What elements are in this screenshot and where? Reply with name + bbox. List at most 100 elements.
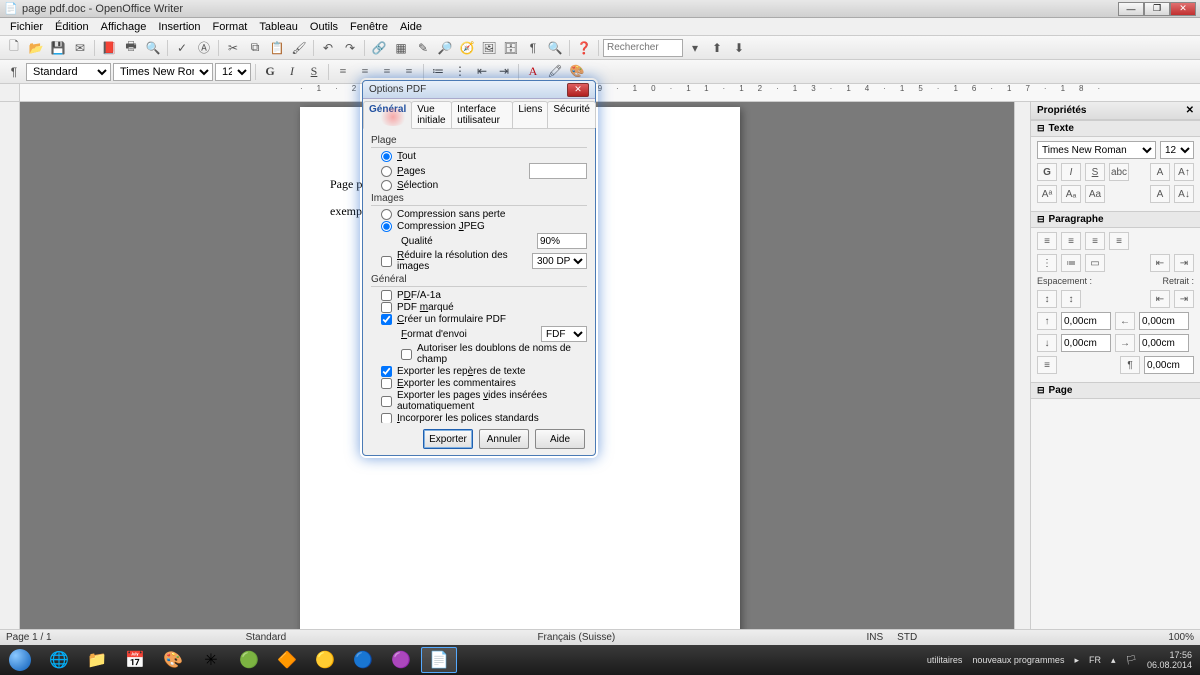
- preview-icon[interactable]: 🔍: [143, 38, 163, 58]
- chk-commentaires[interactable]: [381, 378, 392, 389]
- radio-tout[interactable]: [381, 151, 392, 162]
- firstline-input[interactable]: [1144, 356, 1194, 374]
- new-icon[interactable]: 🗋: [4, 38, 24, 58]
- menu-aide[interactable]: Aide: [394, 19, 428, 35]
- chk-formulaire[interactable]: [381, 314, 392, 325]
- radio-selection[interactable]: [381, 180, 392, 191]
- copy-icon[interactable]: ⧉: [245, 38, 265, 58]
- format-envoi-select[interactable]: FDF: [541, 326, 587, 342]
- lbl-polices[interactable]: Incorporer les polices standards: [397, 413, 539, 423]
- props-align-right-icon[interactable]: ≡: [1085, 232, 1105, 250]
- italic-button[interactable]: I: [282, 63, 302, 81]
- lbl-jpeg[interactable]: Compression JPEG: [397, 221, 485, 232]
- spacing-inc-icon[interactable]: ↕: [1061, 290, 1081, 308]
- task-app4-icon[interactable]: 🔵: [345, 647, 381, 673]
- task-ie-icon[interactable]: 🌐: [41, 647, 77, 673]
- datasource-icon[interactable]: 🗄: [501, 38, 521, 58]
- lbl-pdfa[interactable]: PDF/A-1a: [397, 290, 441, 301]
- maximize-button[interactable]: ❐: [1144, 2, 1170, 16]
- navigator-icon[interactable]: 🧭: [457, 38, 477, 58]
- space-above-input[interactable]: [1061, 312, 1111, 330]
- task-paint-icon[interactable]: 🎨: [155, 647, 191, 673]
- font-size-select[interactable]: 12: [215, 63, 251, 81]
- search-input[interactable]: [603, 39, 683, 57]
- firstline-icon[interactable]: ¶: [1120, 356, 1140, 374]
- styles-icon[interactable]: ¶: [4, 62, 24, 82]
- draw-icon[interactable]: ✎: [413, 38, 433, 58]
- help-button[interactable]: Aide: [535, 429, 585, 449]
- retrait-dec-icon[interactable]: ⇤: [1150, 290, 1170, 308]
- tab-general[interactable]: Général: [363, 101, 412, 129]
- radio-jpeg[interactable]: [381, 221, 392, 232]
- space-below-icon[interactable]: ↓: [1037, 334, 1057, 352]
- bg-color-icon[interactable]: 🎨: [567, 63, 587, 81]
- chk-polices[interactable]: [381, 413, 392, 423]
- align-left-icon[interactable]: ≡: [333, 63, 353, 81]
- task-explorer-icon[interactable]: 📁: [79, 647, 115, 673]
- zoom-icon[interactable]: 🔍: [545, 38, 565, 58]
- nonprint-icon[interactable]: ¶: [523, 38, 543, 58]
- bold-button[interactable]: G: [260, 63, 280, 81]
- help-icon[interactable]: ❓: [574, 38, 594, 58]
- task-app1-icon[interactable]: ✳: [193, 647, 229, 673]
- spacing-dec-icon[interactable]: ↕: [1037, 290, 1057, 308]
- task-app2-icon[interactable]: 🟢: [231, 647, 267, 673]
- status-zoom[interactable]: 100%: [1168, 632, 1194, 643]
- indent-left-icon[interactable]: ←: [1115, 312, 1135, 330]
- system-tray[interactable]: utilitaires nouveaux programmes ▸ FR ▴ 🏳…: [927, 650, 1200, 670]
- task-chrome-icon[interactable]: 🟡: [307, 647, 343, 673]
- indent-right-input[interactable]: [1139, 334, 1189, 352]
- list-num-icon[interactable]: ≔: [428, 63, 448, 81]
- task-app5-icon[interactable]: 🟣: [383, 647, 419, 673]
- search-next-icon[interactable]: ⬇: [729, 38, 749, 58]
- lbl-pages-vides[interactable]: Exporter les pages vides insérées automa…: [397, 390, 587, 412]
- lbl-selection[interactable]: Sélection: [397, 180, 438, 191]
- props-bullets-icon[interactable]: ⋮: [1037, 254, 1057, 272]
- status-ins[interactable]: INS: [867, 632, 884, 643]
- underline-button[interactable]: S: [304, 63, 324, 81]
- props-size-select[interactable]: 12: [1160, 141, 1194, 159]
- lbl-commentaires[interactable]: Exporter les commentaires: [397, 378, 516, 389]
- task-writer-icon[interactable]: 📄: [421, 647, 457, 673]
- format-paint-icon[interactable]: 🖌: [289, 38, 309, 58]
- indent-less-icon[interactable]: ⇤: [472, 63, 492, 81]
- search-down-icon[interactable]: ▾: [685, 38, 705, 58]
- menu-edition[interactable]: Édition: [49, 19, 95, 35]
- align-right-icon[interactable]: ≡: [377, 63, 397, 81]
- menu-affichage[interactable]: Affichage: [95, 19, 153, 35]
- autocheck-icon[interactable]: Ⓐ: [194, 38, 214, 58]
- retrait-inc-icon[interactable]: ⇥: [1174, 290, 1194, 308]
- paste-icon[interactable]: 📋: [267, 38, 287, 58]
- lbl-pages[interactable]: Pages: [397, 166, 425, 177]
- status-std[interactable]: STD: [897, 632, 917, 643]
- redo-icon[interactable]: ↷: [340, 38, 360, 58]
- tray-time[interactable]: 17:56: [1147, 650, 1192, 660]
- print-icon[interactable]: 🖶: [121, 38, 141, 58]
- quality-input[interactable]: [537, 233, 587, 249]
- vertical-ruler[interactable]: [0, 102, 20, 629]
- menu-outils[interactable]: Outils: [304, 19, 344, 35]
- indent-more-icon[interactable]: ⇥: [494, 63, 514, 81]
- props-strike-icon[interactable]: abc: [1109, 163, 1129, 181]
- vertical-scrollbar[interactable]: [1014, 102, 1030, 629]
- font-name-select[interactable]: Times New Roman: [113, 63, 213, 81]
- export-button[interactable]: Exporter: [423, 429, 473, 449]
- props-bg-icon[interactable]: ▭: [1085, 254, 1105, 272]
- props-numbering-icon[interactable]: ≔: [1061, 254, 1081, 272]
- props-italic-icon[interactable]: I: [1061, 163, 1081, 181]
- font-color-icon[interactable]: A: [523, 63, 543, 81]
- horizontal-ruler[interactable]: ·1·2·3·4·5·6·7·8·9·10·11·12·13·14·15·16·…: [20, 84, 1200, 101]
- email-icon[interactable]: ✉: [70, 38, 90, 58]
- search-up-icon[interactable]: ⬆: [707, 38, 727, 58]
- highlight-icon[interactable]: 🖍: [545, 63, 565, 81]
- section-page-header[interactable]: Page: [1031, 382, 1200, 399]
- props-align-left-icon[interactable]: ≡: [1037, 232, 1057, 250]
- section-texte-header[interactable]: Texte: [1031, 120, 1200, 137]
- menu-fenetre[interactable]: Fenêtre: [344, 19, 394, 35]
- props-case-icon[interactable]: Aa: [1085, 185, 1105, 203]
- list-bullet-icon[interactable]: ⋮: [450, 63, 470, 81]
- props-indent-inc-icon[interactable]: ⇥: [1174, 254, 1194, 272]
- tab-vue-initiale[interactable]: Vue initiale: [411, 101, 452, 128]
- save-icon[interactable]: 💾: [48, 38, 68, 58]
- tab-liens[interactable]: Liens: [512, 101, 548, 128]
